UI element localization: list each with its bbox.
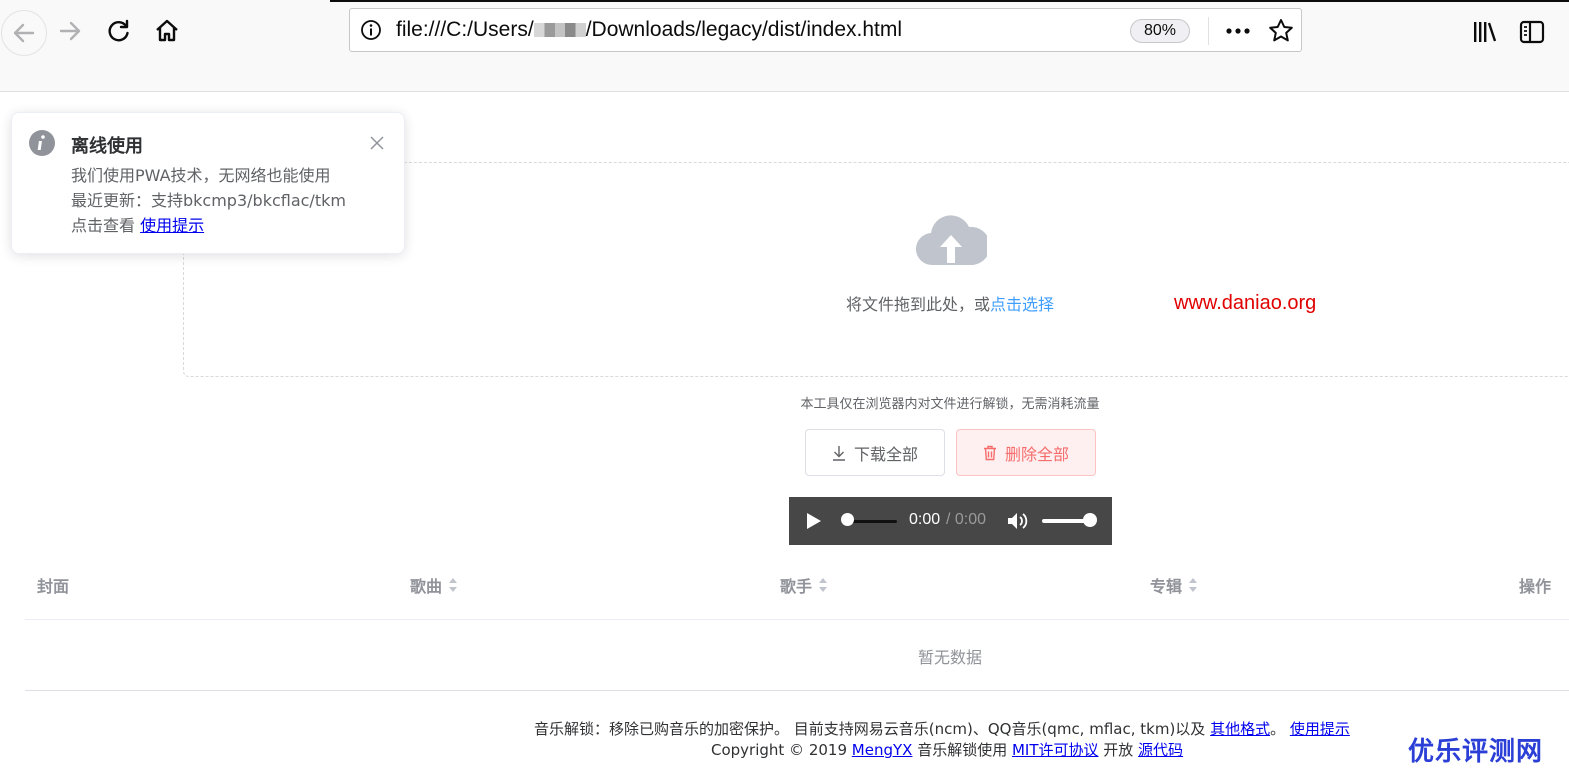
page-actions-button[interactable] (1224, 18, 1252, 44)
url-prefix: file:///C:/Users/ (396, 18, 534, 41)
forward-button[interactable] (50, 11, 90, 51)
copyright-text: Copyright © 2019 (711, 741, 852, 759)
browser-toolbar: file:///C:/Users/ /Downloads/legacy/dist/… (0, 0, 1569, 92)
audio-player: 0:00 / 0:00 (789, 497, 1112, 545)
offline-notification: 离线使用 我们使用PWA技术，无网络也能使用 最近更新：支持bkcmp3/bkc… (11, 112, 405, 254)
play-icon[interactable] (806, 512, 822, 530)
back-arrow-icon (13, 23, 35, 43)
license-link[interactable]: MIT许可协议 (1012, 741, 1099, 759)
delete-all-button[interactable]: 删除全部 (956, 429, 1096, 476)
duration: / 0:00 (946, 511, 987, 528)
footer-desc-mid: 。 (1270, 720, 1290, 738)
copyright-mid2: 开放 (1098, 741, 1139, 759)
column-artist[interactable]: 歌手 (780, 573, 828, 597)
watermark-url: www.daniao.org (1174, 292, 1317, 314)
footer-copyright: Copyright © 2019 MengYX 音乐解锁使用 MIT许可协议 开… (711, 739, 1183, 760)
notification-line-3-prefix: 点击查看 (71, 216, 141, 235)
table-header-divider (25, 619, 1569, 620)
download-all-button[interactable]: 下载全部 (805, 429, 945, 476)
source-code-link[interactable]: 源代码 (1138, 741, 1183, 759)
volume-thumb[interactable] (1083, 513, 1097, 527)
home-icon (156, 19, 178, 42)
column-cover: 封面 (37, 573, 69, 597)
column-album-label: 专辑 (1150, 577, 1183, 596)
table-bottom-divider (25, 690, 1569, 691)
window-top-border (330, 0, 1569, 2)
download-icon (832, 445, 845, 461)
reload-icon (108, 19, 129, 42)
library-icon[interactable] (1471, 18, 1499, 46)
column-album[interactable]: 专辑 (1150, 573, 1198, 597)
url-separator (1208, 17, 1209, 45)
address-bar[interactable]: file:///C:/Users/ /Downloads/legacy/dist/… (349, 8, 1302, 52)
upload-cloud-icon (916, 215, 987, 266)
column-actions: 操作 (1519, 573, 1551, 597)
notification-line-1: 我们使用PWA技术，无网络也能使用 (71, 166, 331, 185)
other-formats-link[interactable]: 其他格式 (1210, 720, 1270, 738)
delete-all-label: 删除全部 (1004, 444, 1069, 464)
redacted-username (533, 23, 586, 38)
column-cover-label: 封面 (37, 577, 70, 596)
download-all-label: 下载全部 (853, 444, 918, 464)
footer-desc-text: 音乐解锁：移除已购音乐的加密保护。 目前支持网易云音乐(ncm)、QQ音乐(qm… (534, 720, 1211, 738)
notification-line-2: 最近更新：支持bkcmp3/bkcflac/tkm (71, 191, 346, 210)
column-actions-label: 操作 (1519, 577, 1552, 596)
trash-icon (983, 445, 996, 460)
seek-thumb[interactable] (841, 513, 854, 526)
sort-icon[interactable] (1188, 577, 1198, 593)
more-icon (1226, 28, 1250, 34)
footer-description: 音乐解锁：移除已购音乐的加密保护。 目前支持网易云音乐(ncm)、QQ音乐(qm… (534, 718, 1350, 739)
column-song-label: 歌曲 (410, 577, 443, 596)
privacy-hint: 本工具仅在浏览器内对文件进行解锁，无需消耗流量 (800, 397, 1100, 412)
column-song[interactable]: 歌曲 (410, 573, 458, 597)
sidebar-icon[interactable] (1518, 18, 1546, 46)
zoom-indicator[interactable]: 80% (1130, 19, 1190, 43)
notification-body: 我们使用PWA技术，无网络也能使用 最近更新：支持bkcmp3/bkcflac/… (71, 163, 346, 238)
back-button[interactable] (1, 10, 47, 56)
info-circle-icon (29, 130, 55, 156)
sort-icon[interactable] (818, 577, 828, 593)
bookmark-star-icon[interactable] (1268, 18, 1294, 44)
upload-instruction: 将文件拖到此处，或点击选择 (0, 291, 1569, 315)
reload-button[interactable] (99, 11, 139, 51)
upload-text: 将文件拖到此处，或 (845, 295, 990, 314)
url-text[interactable]: file:///C:/Users/ /Downloads/legacy/dist/… (396, 18, 902, 42)
notification-title: 离线使用 (71, 136, 143, 157)
url-suffix: /Downloads/legacy/dist/index.html (585, 18, 903, 41)
notification-line-3: 点击查看 使用提示 (71, 213, 346, 238)
author-link[interactable]: MengYX (852, 741, 913, 759)
pick-file-link[interactable]: 点击选择 (990, 295, 1054, 314)
footer-usage-tips-link[interactable]: 使用提示 (1290, 720, 1350, 738)
corner-watermark: 优乐评测网 (1408, 737, 1544, 767)
current-time: 0:00 (909, 511, 941, 528)
volume-icon[interactable] (1007, 511, 1029, 531)
home-button[interactable] (147, 11, 187, 51)
empty-table-text: 暂无数据 (917, 648, 982, 667)
sort-icon[interactable] (448, 577, 458, 593)
column-artist-label: 歌手 (780, 577, 813, 596)
forward-arrow-icon (59, 21, 81, 41)
close-icon[interactable] (369, 135, 385, 151)
info-icon[interactable] (360, 19, 382, 41)
usage-tips-link[interactable]: 使用提示 (140, 216, 204, 235)
copyright-mid: 音乐解锁使用 (912, 741, 1012, 759)
